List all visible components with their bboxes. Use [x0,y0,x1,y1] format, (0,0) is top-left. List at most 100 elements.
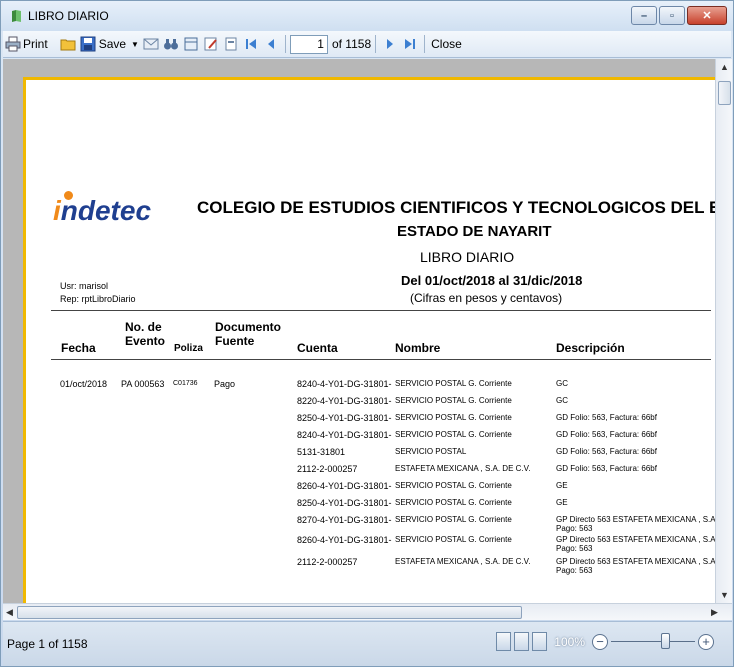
email-button[interactable] [141,33,161,55]
zoom-out-button[interactable]: − [592,633,608,650]
scroll-down-icon[interactable]: ▼ [720,590,729,600]
row-nombre: SERVICIO POSTAL G. Corriente [395,396,512,405]
row-cuenta: 2112-2-000257 [297,464,358,474]
report-title: COLEGIO DE ESTUDIOS CIENTIFICOS Y TECNOL… [197,198,715,217]
first-page-button[interactable] [241,33,261,55]
col-header-fecha: Fecha [61,341,96,355]
row-nombre: SERVICIO POSTAL G. Corriente [395,515,512,524]
row-nombre: ESTAFETA MEXICANA , S.A. DE C.V. [395,464,531,473]
prev-page-button[interactable] [261,33,281,55]
minimize-button[interactable]: – [631,6,657,25]
prev-page-icon [263,36,279,52]
row-cuenta: 8220-4-Y01-DG-31801- [297,396,392,406]
last-page-icon [402,36,418,52]
last-page-button[interactable] [400,33,420,55]
page-status: Page 1 of 1158 [7,637,88,651]
horizontal-scroll-thumb[interactable] [17,606,522,619]
maximize-button[interactable]: ▫ [659,6,685,25]
row-cuenta: 8260-4-Y01-DG-31801- [297,481,392,491]
scroll-up-icon[interactable]: ▲ [720,62,729,72]
col-header-evento: No. de Evento [125,320,166,348]
row-cuenta: 8270-4-Y01-DG-31801- [297,515,392,525]
report-content: indetec COLEGIO DE ESTUDIOS CIENTIFICOS … [3,59,715,603]
header-bottom-rule [51,359,711,360]
horizontal-scrollbar[interactable]: ◀ ▶ [3,603,732,620]
print-label: Print [23,37,48,51]
zoom-controls: 100% − + [496,632,714,651]
scroll-left-icon[interactable]: ◀ [6,607,13,618]
entry-evento: PA 000563 [121,379,165,389]
report-subtitle: ESTADO DE NAYARIT [397,223,552,240]
report-date-range: Del 01/oct/2018 al 31/dic/2018 [401,273,583,288]
binoculars-icon [163,36,179,52]
title-bar: LIBRO DIARIO – ▫ ✕ [1,1,733,31]
page-total-label: of 1158 [331,37,372,51]
col-header-nombre: Nombre [395,341,441,355]
two-page-view-button[interactable] [514,632,530,651]
disk-icon [80,36,96,52]
row-cuenta: 5131-31801 [297,447,346,457]
save-dropdown-icon[interactable]: ▼ [131,40,139,49]
col-header-descripcion: Descripción [556,341,625,355]
zoom-slider-thumb[interactable] [661,633,670,649]
zoom-in-button[interactable]: + [698,633,714,650]
close-window-button[interactable]: ✕ [687,6,727,25]
page-number-input[interactable] [289,34,328,54]
close-label: Close [431,37,462,51]
next-page-button[interactable] [380,33,400,55]
zoom-slider[interactable] [611,633,695,649]
entry-documento: Pago [214,379,236,389]
single-page-view-button[interactable] [496,632,512,651]
row-cuenta: 8250-4-Y01-DG-31801- [297,413,392,423]
scroll-right-icon[interactable]: ▶ [711,607,718,618]
report-viewer-window: LIBRO DIARIO – ▫ ✕ Print Save ▼ 1 of 115… [0,0,734,667]
row-descripcion: GD Folio: 563, Factura: 66bf [556,464,657,473]
row-cuenta: 8260-4-Y01-DG-31801- [297,535,392,545]
layout-icon [223,36,239,52]
indetec-logo: indetec [53,195,152,226]
row-descripcion: GC [556,379,568,388]
print-button[interactable]: Print [3,33,50,55]
save-label: Save [98,37,127,51]
report-book-name: LIBRO DIARIO [420,249,515,265]
row-nombre: SERVICIO POSTAL G. Corriente [395,379,512,388]
row-cuenta: 8250-4-Y01-DG-31801- [297,498,392,508]
close-report-button[interactable]: Close [429,33,464,55]
edit-button[interactable] [201,33,221,55]
open-button[interactable] [58,33,78,55]
entry-fecha: 01/oct/2018 [60,379,108,389]
toolbar-separator [424,35,426,53]
row-nombre: SERVICIO POSTAL G. Corriente [395,413,512,422]
row-nombre: SERVICIO POSTAL G. Corriente [395,498,512,507]
row-descripcion: GD Folio: 563, Factura: 66bf [556,430,657,439]
row-nombre: SERVICIO POSTAL G. Corriente [395,535,512,544]
row-descripcion-line2: Pago: 563 [556,566,593,575]
row-nombre: SERVICIO POSTAL G. Corriente [395,481,512,490]
toolbar-separator [375,35,377,53]
report-user: Usr: marisol [60,281,109,291]
page-setup-button[interactable] [181,33,201,55]
window-title: LIBRO DIARIO [28,9,109,23]
first-page-icon [243,36,259,52]
report-viewport[interactable]: indetec COLEGIO DE ESTUDIOS CIENTIFICOS … [3,59,715,603]
row-nombre: SERVICIO POSTAL G. Corriente [395,430,512,439]
col-header-poliza: Poliza [174,343,203,354]
page-setup-icon [183,36,199,52]
vertical-scrollbar[interactable]: ▲ ▼ [715,59,732,603]
zoom-level: 100% [554,634,585,649]
continuous-view-button[interactable] [532,632,548,651]
row-descripcion: GD Folio: 563, Factura: 66bf [556,447,657,456]
row-descripcion: GC [556,396,568,405]
header-top-rule [51,310,711,311]
find-button[interactable] [161,33,181,55]
row-descripcion-line2: Pago: 563 [556,524,593,533]
layout-button[interactable] [221,33,241,55]
row-descripcion: GE [556,481,568,490]
save-button[interactable]: Save ▼ [78,33,141,55]
entry-poliza: C01736 [173,380,198,387]
row-descripcion-line2: Pago: 563 [556,544,593,553]
row-cuenta: 2112-2-000257 [297,557,358,567]
toolbar-separator [284,35,286,53]
row-descripcion: GD Folio: 563, Factura: 66bf [556,413,657,422]
vertical-scroll-thumb[interactable] [718,81,731,105]
